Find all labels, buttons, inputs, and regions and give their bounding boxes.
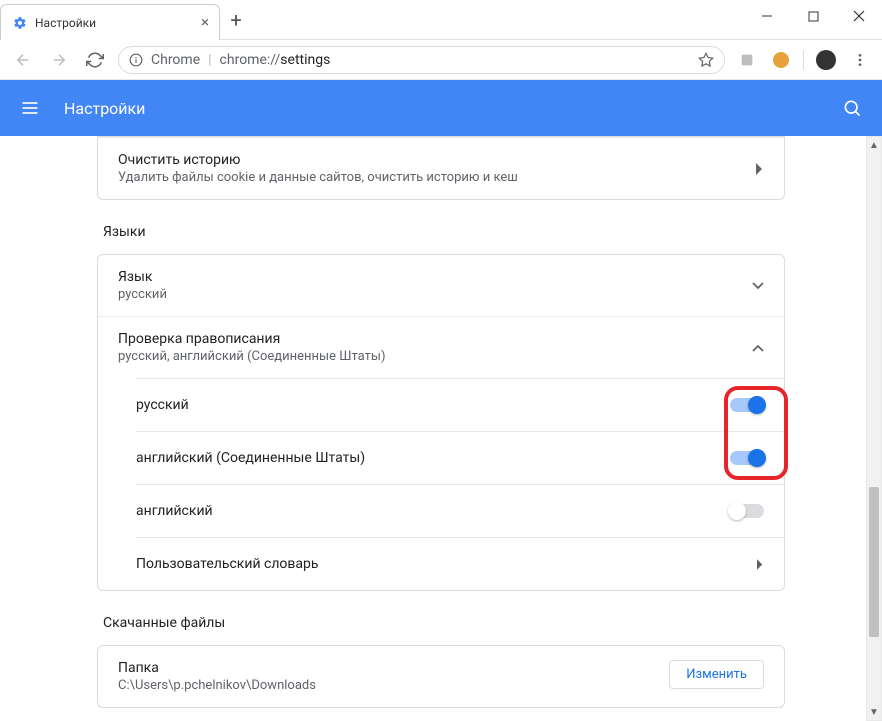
site-info-icon[interactable] (129, 53, 143, 67)
url-text: chrome://settings (220, 52, 331, 68)
spellcheck-row[interactable]: Проверка правописания русский, английски… (98, 316, 784, 378)
custom-dictionary-row[interactable]: Пользовательский словарь (136, 537, 784, 590)
spellcheck-item-english-us: английский (Соединенные Штаты) (136, 431, 784, 484)
extension-icon[interactable] (735, 48, 759, 72)
toggle-switch[interactable] (730, 398, 764, 412)
close-tab-icon[interactable]: × (201, 15, 209, 30)
clear-history-row[interactable]: Очистить историю Удалить файлы cookie и … (98, 137, 784, 199)
minimize-button[interactable] (744, 0, 790, 32)
spellcheck-item-label: английский (136, 503, 730, 519)
reload-button[interactable] (82, 47, 108, 73)
language-row[interactable]: Язык русский (98, 255, 784, 316)
gear-icon (13, 16, 27, 30)
cookie-extension-icon[interactable] (769, 48, 793, 72)
profile-avatar[interactable] (814, 48, 838, 72)
clear-history-subtitle: Удалить файлы cookie и данные сайтов, оч… (118, 170, 756, 185)
languages-section-title: Языки (103, 224, 785, 240)
maximize-button[interactable] (790, 0, 836, 32)
bookmark-star-icon[interactable] (698, 52, 714, 68)
downloads-section-title: Скачанные файлы (103, 615, 785, 631)
chevron-right-icon (756, 163, 764, 175)
chevron-down-icon (752, 282, 764, 290)
folder-label: Папка (118, 660, 669, 676)
spellcheck-item-english: английский (136, 484, 784, 537)
address-bar[interactable]: Chrome | chrome://settings (118, 46, 725, 74)
download-folder-row: Папка C:\Users\p.pchelnikov\Downloads Из… (98, 646, 784, 707)
new-tab-button[interactable]: + (220, 4, 252, 36)
window-titlebar: Настройки × + (0, 0, 882, 40)
spellcheck-title: Проверка правописания (118, 331, 752, 347)
spellcheck-value: русский, английский (Соединенные Штаты) (118, 349, 752, 364)
tab-title: Настройки (35, 16, 96, 30)
menu-button[interactable] (848, 48, 872, 72)
browser-tab[interactable]: Настройки × (0, 4, 220, 40)
scroll-up-arrow[interactable]: ▲ (867, 137, 881, 153)
hamburger-icon[interactable] (20, 98, 44, 118)
search-icon[interactable] (842, 98, 862, 118)
back-button[interactable] (10, 47, 36, 73)
language-title: Язык (118, 269, 752, 285)
clear-history-title: Очистить историю (118, 152, 756, 168)
chrome-label: Chrome (151, 52, 200, 68)
chevron-right-icon (757, 559, 764, 570)
forward-button[interactable] (46, 47, 72, 73)
languages-card: Язык русский Проверка правописания русск… (97, 254, 785, 591)
toggle-switch[interactable] (730, 504, 764, 518)
spellcheck-item-label: английский (Соединенные Штаты) (136, 450, 730, 466)
language-value: русский (118, 287, 752, 302)
spellcheck-item-russian: русский (136, 378, 784, 431)
window-controls (744, 0, 882, 32)
content-area: Очистить историю Удалить файлы cookie и … (0, 136, 882, 721)
spellcheck-list: русский английский (Соединенные Штаты) а… (98, 378, 784, 590)
browser-toolbar: Chrome | chrome://settings (0, 40, 882, 80)
divider (803, 50, 804, 70)
scrollbar[interactable]: ▲ ▼ (866, 136, 882, 721)
scroll-down-arrow[interactable]: ▼ (867, 704, 881, 720)
close-window-button[interactable] (836, 0, 882, 32)
privacy-card: Очистить историю Удалить файлы cookie и … (97, 136, 785, 200)
custom-dictionary-label: Пользовательский словарь (136, 556, 757, 572)
separator: | (208, 52, 211, 68)
scroll-thumb[interactable] (869, 487, 879, 637)
spellcheck-item-label: русский (136, 397, 730, 413)
settings-header: Настройки (0, 80, 882, 136)
folder-path: C:\Users\p.pchelnikov\Downloads (118, 678, 669, 693)
page-title: Настройки (64, 99, 145, 118)
change-folder-button[interactable]: Изменить (669, 660, 764, 689)
toggle-switch[interactable] (730, 451, 764, 465)
chevron-up-icon (752, 344, 764, 352)
downloads-card: Папка C:\Users\p.pchelnikov\Downloads Из… (97, 645, 785, 708)
